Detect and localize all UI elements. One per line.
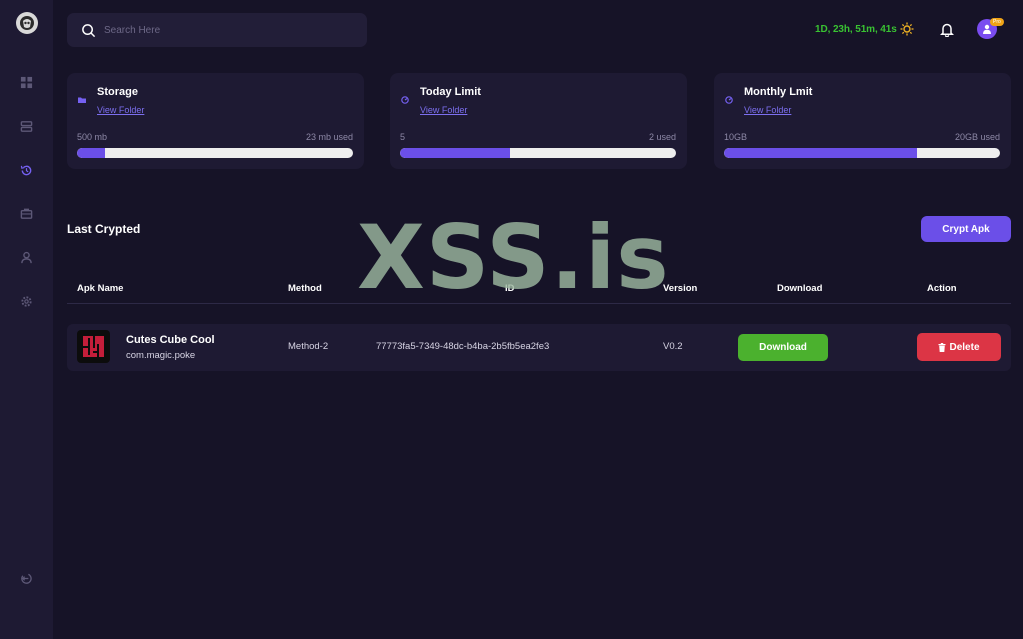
bell-icon[interactable] — [940, 22, 954, 37]
cube-app-icon — [83, 336, 104, 357]
storage-card: Storage View Folder 500 mb 23 mb used — [67, 73, 364, 169]
logout-icon — [20, 573, 32, 584]
column-header-action: Action — [927, 283, 957, 294]
sidebar-item-briefcase[interactable] — [19, 206, 33, 220]
view-folder-link[interactable]: View Folder — [420, 105, 467, 115]
storage-progress-bar — [77, 148, 353, 158]
card-capacity: 10GB — [724, 132, 748, 142]
sidebar-item-profile[interactable] — [19, 250, 33, 264]
apk-package: com.magic.poke — [126, 350, 196, 361]
card-capacity: 500 mb — [77, 132, 108, 142]
search-input[interactable] — [104, 24, 344, 36]
progress-fill — [77, 148, 105, 158]
search-bar[interactable] — [67, 13, 367, 47]
storage-icon — [20, 120, 32, 132]
gauge-icon — [725, 96, 733, 104]
column-header-apk-name: Apk Name — [77, 283, 124, 294]
folder-icon — [78, 97, 86, 103]
progress-fill — [724, 148, 918, 158]
app-logo[interactable] — [16, 12, 38, 34]
delete-label: Delete — [949, 341, 980, 353]
pro-badge: Pro — [990, 18, 1004, 26]
column-header-id: ID — [505, 283, 515, 294]
trash-icon — [938, 342, 946, 352]
user-avatar-icon — [983, 24, 991, 34]
card-title: Today Limit — [420, 86, 481, 98]
sidebar — [0, 0, 53, 639]
apk-version: V0.2 — [663, 341, 683, 352]
logo-icon — [20, 16, 34, 30]
column-header-method: Method — [288, 283, 322, 294]
crypt-apk-button[interactable]: Crypt Apk — [921, 216, 1011, 242]
monthly-limit-card: Monthly Lmit View Folder 10GB 20GB used — [714, 73, 1011, 169]
progress-fill — [400, 148, 511, 158]
user-icon — [20, 251, 32, 263]
column-header-download: Download — [777, 283, 823, 294]
card-capacity: 5 — [400, 132, 406, 142]
card-usage: 2 used — [648, 132, 676, 142]
briefcase-icon — [20, 208, 32, 219]
settings-icon — [20, 295, 32, 307]
sidebar-item-settings[interactable] — [19, 294, 33, 308]
search-icon — [82, 23, 96, 37]
card-usage: 23 mb used — [305, 132, 353, 142]
today-limit-card: Today Limit View Folder 5 2 used — [390, 73, 687, 169]
card-title: Storage — [97, 86, 138, 98]
apk-method: Method-2 — [288, 341, 329, 352]
history-icon — [20, 165, 31, 175]
column-header-version: Version — [663, 283, 698, 294]
sidebar-item-history[interactable] — [19, 163, 33, 177]
section-title: Last Crypted — [67, 222, 141, 236]
today-limit-progress-bar — [400, 148, 676, 158]
card-usage: 20GB used — [954, 132, 1000, 142]
apk-icon — [77, 330, 110, 363]
table-divider — [67, 303, 1011, 304]
apk-name: Cutes Cube Cool — [126, 334, 215, 346]
view-folder-link[interactable]: View Folder — [97, 105, 144, 115]
gauge-icon — [401, 96, 409, 104]
card-title: Monthly Lmit — [744, 86, 813, 98]
dashboard-icon — [20, 76, 32, 88]
countdown-timer: 1D, 23h, 51m, 41s — [815, 24, 897, 35]
sun-icon[interactable] — [900, 22, 914, 36]
sidebar-item-dashboard[interactable] — [19, 75, 33, 89]
monthly-limit-progress-bar — [724, 148, 1000, 158]
delete-button[interactable]: Delete — [917, 333, 1001, 361]
sidebar-item-storage[interactable] — [19, 119, 33, 133]
sidebar-item-logout[interactable] — [19, 571, 33, 585]
view-folder-link[interactable]: View Folder — [744, 105, 791, 115]
apk-id: 77773fa5-7349-48dc-b4ba-2b5fb5ea2fe3 — [376, 341, 550, 352]
download-button[interactable]: Download — [738, 334, 828, 361]
